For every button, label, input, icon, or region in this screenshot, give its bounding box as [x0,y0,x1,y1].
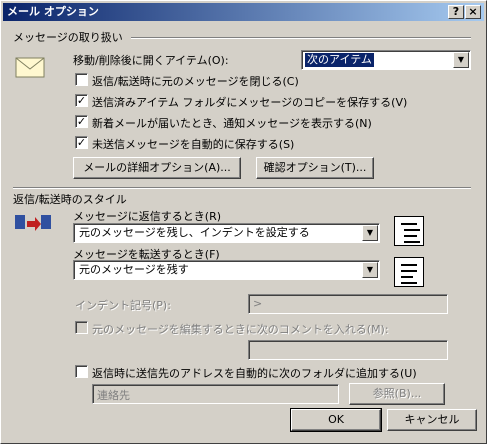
message-handling-section-label: メッセージの取り扱い [13,31,123,44]
option-label: 新着メールが届いたとき、通知メッセージを表示する(N) [92,117,372,130]
folder-input[interactable]: 連絡先 [92,384,339,404]
check-mark-icon: ✓ [76,115,87,128]
dropdown-arrow-icon[interactable]: ▼ [362,225,378,241]
autosave-unsent-checkbox[interactable]: ✓ [75,136,88,149]
reply-label: メッセージに返信するとき(R) [73,210,222,223]
reply-forward-icon [13,211,53,237]
reply-style-select[interactable]: 元のメッセージを残し、インデントを設定する ▼ [73,223,380,243]
tracking-options-button[interactable]: 確認オプション(T)... [256,157,374,179]
browse-button[interactable]: 参照(B)... [349,383,445,405]
indent-label: インデント記号(P): [75,299,171,312]
section-divider [13,187,471,189]
indent-symbol-value: > [253,297,263,310]
new-mail-notify-checkbox[interactable]: ✓ [75,115,88,128]
close-original-checkbox[interactable] [75,73,88,86]
ok-button[interactable]: OK [290,408,382,432]
envelope-icon [15,56,45,78]
reply-style-value: 元のメッセージを残し、インデントを設定する [79,226,310,239]
option-label: 返信/転送時に元のメッセージを閉じる(C) [92,75,299,88]
mail-options-dialog: メール オプション ? × メッセージの取り扱い 移動/削除後に開くアイテム(O… [0,0,487,444]
dialog-title: メール オプション [7,5,99,18]
reply-forward-section-label: 返信/転送時のスタイル [13,193,127,206]
forward-style-select[interactable]: 元のメッセージを残す ▼ [73,260,380,280]
forward-style-value: 元のメッセージを残す [79,263,189,276]
close-button[interactable]: × [465,5,481,19]
save-sent-copy-checkbox[interactable]: ✓ [75,94,88,107]
option-label: 送信済みアイテム フォルダにメッセージのコピーを保存する(V) [92,96,408,109]
forward-preview-icon [394,257,424,287]
after-move-label: 移動/削除後に開くアイテム(O): [73,54,229,67]
folder-value: 連絡先 [97,389,130,402]
add-address-label: 返信時に送信先のアドレスを自動的に次のフォルダに追加する(U) [92,367,417,380]
comment-checkbox[interactable] [75,321,88,334]
advanced-email-options-button[interactable]: メールの詳細オプション(A)... [73,157,241,179]
dropdown-arrow-icon[interactable]: ▼ [362,262,378,278]
help-button[interactable]: ? [448,5,464,19]
option-label: 未送信メッセージを自動的に保存する(S) [92,138,295,151]
title-bar[interactable]: メール オプション ? × [3,3,484,21]
after-move-select[interactable]: 次のアイテム ▼ [301,50,471,70]
add-address-checkbox[interactable] [75,365,88,378]
check-mark-icon: ✓ [76,136,87,149]
check-mark-icon: ✓ [76,94,87,107]
reply-preview-icon [394,216,424,246]
indent-symbol-input[interactable]: > [248,294,448,314]
after-move-value: 次のアイテム [305,53,374,67]
section-divider [131,37,471,39]
cancel-button[interactable]: キャンセル [387,409,477,431]
comment-input[interactable] [248,340,448,360]
comment-label: 元のメッセージを編集するときに次のコメントを入れる(M): [92,323,389,336]
dropdown-arrow-icon[interactable]: ▼ [453,52,469,68]
